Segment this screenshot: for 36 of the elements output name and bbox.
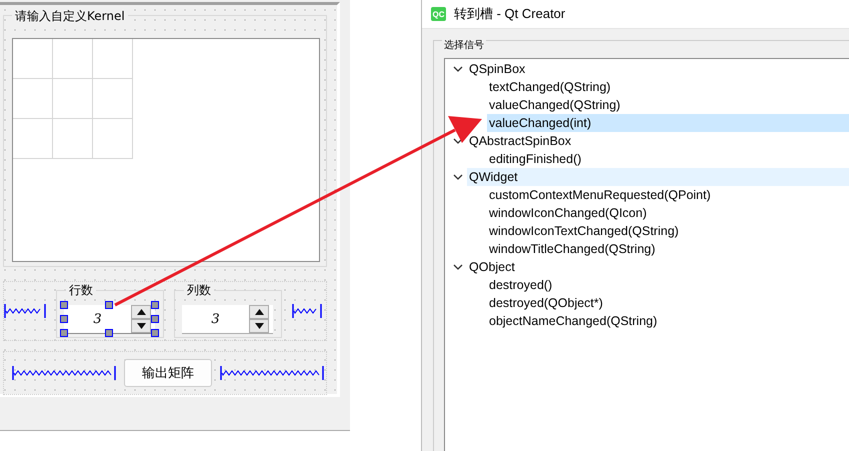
group-box-title: 列数: [184, 282, 214, 299]
output-matrix-button[interactable]: 输出矩阵: [124, 359, 212, 387]
up-arrow-icon[interactable]: [254, 309, 264, 315]
signal-item[interactable]: textChanged(QString): [487, 78, 849, 96]
signal-item[interactable]: objectNameChanged(QString): [487, 312, 849, 330]
signal-item[interactable]: windowIconChanged(QIcon): [487, 204, 849, 222]
spacer-icon: [292, 302, 322, 320]
class-item[interactable]: QWidget: [467, 168, 849, 186]
down-arrow-icon[interactable]: [136, 323, 146, 329]
class-item[interactable]: QObject: [467, 258, 849, 276]
table-widget[interactable]: [12, 38, 320, 262]
down-arrow-icon[interactable]: [254, 323, 264, 329]
group-box-title: 选择信号: [442, 38, 486, 52]
class-item[interactable]: QSpinBox: [467, 60, 849, 78]
chevron-down-icon[interactable]: [453, 264, 463, 270]
signal-item[interactable]: windowIconTextChanged(QString): [487, 222, 849, 240]
class-item[interactable]: QAbstractSpinBox: [467, 132, 849, 150]
signal-item[interactable]: destroyed(QObject*): [487, 294, 849, 312]
spin-box[interactable]: 3: [182, 305, 273, 334]
spacer-icon: [4, 302, 46, 320]
window-title: 转到槽 - Qt Creator: [454, 5, 566, 23]
spacer-icon: [220, 364, 324, 382]
signal-item[interactable]: valueChanged(QString): [487, 96, 849, 114]
spacer-icon: [12, 364, 116, 382]
spin-box[interactable]: 3: [64, 305, 155, 334]
signal-item[interactable]: windowTitleChanged(QString): [487, 240, 849, 258]
chevron-down-icon[interactable]: [453, 174, 463, 180]
signal-item[interactable]: editingFinished(): [487, 150, 849, 168]
group-box-title: 请输入自定义Kernel: [12, 8, 128, 25]
chevron-down-icon[interactable]: [453, 66, 463, 72]
app-logo-icon: QC: [431, 7, 446, 21]
signal-item[interactable]: destroyed(): [487, 276, 849, 294]
signal-item[interactable]: valueChanged(int): [487, 114, 849, 132]
signal-item[interactable]: customContextMenuRequested(QPoint): [487, 186, 849, 204]
up-arrow-icon[interactable]: [136, 309, 146, 315]
group-box-title: 行数: [66, 282, 96, 299]
